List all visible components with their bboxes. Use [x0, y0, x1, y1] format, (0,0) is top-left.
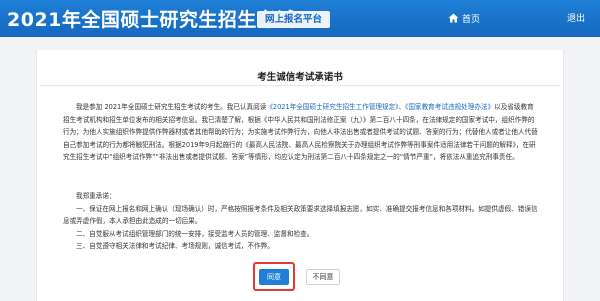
promise-item-3: 三、自觉遵守相关法律和考试纪律、考场规则，诚信考试，不作弊。 [76, 242, 274, 251]
page-margin-left [0, 50, 36, 301]
promise-item-1: 一、保证在网上报名和网上确认（现场确认）时，严格按照报考条件及相关政策要求选择填… [63, 204, 538, 226]
pledge-paragraph: 我是参加 2021年全国硕士研究生招生考试的考生。我已认真阅读《2021年全国硕… [63, 101, 538, 164]
violation-rules-link[interactable]: 《国家教育考试违规处理办法》 [405, 103, 494, 111]
disagree-button[interactable]: 不同意 [306, 269, 340, 285]
user-name-area [493, 11, 551, 24]
pledge-text-c: 以及省级教育招生考试机构和招生单位发布的相关招考信息。我已清楚了解，根据《中华人… [63, 103, 538, 162]
nav-home-label: 首页 [462, 14, 481, 25]
regulation-link[interactable]: 《2021年全国硕士研究生招生工作管理规定》 [266, 103, 398, 111]
pledge-text-a: 我是参加 2021年全国硕士研究生招生考试的考生。我已认真阅读 [76, 103, 267, 111]
content-panel [36, 50, 564, 301]
page-title: 考生诚信考试承诺书 [257, 72, 343, 83]
title-divider [40, 85, 560, 86]
promise-list: 我郑重承诺： 一、保证在网上报名和网上确认（现场确认）时，严格按照报考条件及相关… [63, 190, 538, 253]
logout-link[interactable]: 退出 [567, 11, 585, 24]
home-icon [448, 13, 459, 23]
header-gap [0, 37, 600, 50]
top-header: 2021年全国硕士研究生招生考试 网上报名平台 首页 退出 [0, 0, 600, 37]
agree-button[interactable]: 同意 [259, 269, 289, 285]
platform-tag: 网上报名平台 [257, 11, 331, 28]
nav-home-link[interactable]: 首页 [448, 11, 480, 25]
promise-item-2: 二、自觉服从考试组织管理部门的统一安排，接受监考人员的管理、监督和检查。 [76, 229, 314, 238]
site-title: 2021年全国硕士研究生招生考试 [7, 9, 296, 31]
page-margin-right [564, 50, 600, 301]
promise-intro: 我郑重承诺： [76, 192, 116, 200]
